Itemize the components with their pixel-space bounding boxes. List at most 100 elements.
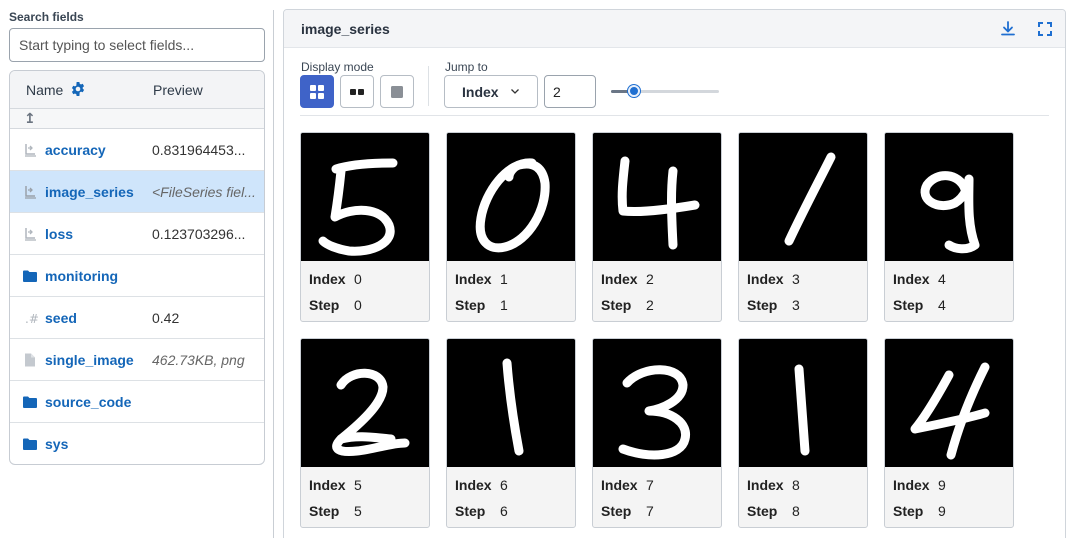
image-step: Step 0 bbox=[309, 297, 362, 313]
field-name[interactable]: accuracy bbox=[45, 142, 106, 158]
two-columns-icon bbox=[350, 89, 364, 95]
display-mode-single-button[interactable] bbox=[380, 75, 414, 108]
step-value: 5 bbox=[354, 503, 362, 519]
index-label: Index bbox=[601, 477, 638, 493]
jump-to-input[interactable] bbox=[544, 75, 596, 108]
index-label: Index bbox=[893, 477, 930, 493]
digit-image bbox=[593, 133, 721, 261]
step-label: Step bbox=[893, 297, 924, 313]
image-card[interactable]: Index 0 Step 0 bbox=[300, 132, 430, 322]
fullscreen-icon[interactable] bbox=[1036, 20, 1054, 38]
image-index: Index 3 bbox=[747, 271, 800, 287]
step-value: 6 bbox=[500, 503, 508, 519]
field-name[interactable]: monitoring bbox=[45, 268, 118, 284]
step-label: Step bbox=[747, 503, 778, 519]
panel-divider[interactable] bbox=[273, 10, 274, 538]
image-index: Index 9 bbox=[893, 477, 946, 493]
field-preview: 0.831964453... bbox=[152, 142, 246, 158]
column-header-preview: Preview bbox=[153, 82, 203, 98]
image-card[interactable]: Index 1 Step 1 bbox=[446, 132, 576, 322]
field-row-seed[interactable]: .# seed 0.42 bbox=[10, 297, 264, 339]
image-card[interactable]: Index 2 Step 2 bbox=[592, 132, 722, 322]
field-name[interactable]: loss bbox=[45, 226, 73, 242]
field-name[interactable]: source_code bbox=[45, 394, 131, 410]
folder-icon bbox=[23, 396, 37, 408]
index-value: 4 bbox=[938, 271, 946, 287]
index-value: 2 bbox=[646, 271, 654, 287]
index-label: Index bbox=[309, 271, 346, 287]
image-index: Index 8 bbox=[747, 477, 800, 493]
index-label: Index bbox=[309, 477, 346, 493]
chevron-down-icon bbox=[511, 89, 519, 94]
image-step: Step 1 bbox=[455, 297, 508, 313]
jump-to-label: Jump to bbox=[445, 60, 488, 74]
index-label: Index bbox=[893, 271, 930, 287]
field-row-monitoring[interactable]: monitoring bbox=[10, 255, 264, 297]
digit-image bbox=[447, 339, 575, 467]
digit-image bbox=[593, 339, 721, 467]
display-mode-double-button[interactable] bbox=[340, 75, 374, 108]
image-card[interactable]: Index 9 Step 9 bbox=[884, 338, 1014, 528]
field-row-sys[interactable]: sys bbox=[10, 423, 264, 464]
field-name[interactable]: sys bbox=[45, 436, 68, 452]
field-name[interactable]: seed bbox=[45, 310, 77, 326]
image-card[interactable]: Index 4 Step 4 bbox=[884, 132, 1014, 322]
preview-title: image_series bbox=[301, 21, 390, 37]
digit-image bbox=[885, 339, 1013, 467]
search-input[interactable] bbox=[9, 28, 265, 62]
digit-image bbox=[739, 339, 867, 467]
digit-image bbox=[885, 133, 1013, 261]
digit-image bbox=[739, 133, 867, 261]
image-index: Index 2 bbox=[601, 271, 654, 287]
index-value: 6 bbox=[500, 477, 508, 493]
jump-to-select[interactable]: Index bbox=[444, 75, 538, 108]
fields-table-header: Name Preview bbox=[10, 71, 264, 109]
float-series-icon bbox=[25, 228, 36, 241]
image-step: Step 8 bbox=[747, 503, 800, 519]
slider-thumb[interactable] bbox=[627, 85, 640, 97]
field-name[interactable]: single_image bbox=[45, 352, 134, 368]
image-step: Step 3 bbox=[747, 297, 800, 313]
download-icon[interactable] bbox=[999, 20, 1017, 38]
gear-icon[interactable] bbox=[70, 81, 86, 97]
image-card[interactable]: Index 3 Step 3 bbox=[738, 132, 868, 322]
field-name[interactable]: image_series bbox=[45, 184, 134, 200]
single-square-icon bbox=[391, 86, 403, 98]
step-value: 2 bbox=[646, 297, 654, 313]
image-card[interactable]: Index 7 Step 7 bbox=[592, 338, 722, 528]
index-value: 3 bbox=[792, 271, 800, 287]
field-row-single-image[interactable]: single_image 462.73KB, png bbox=[10, 339, 264, 381]
field-row-source-code[interactable]: source_code bbox=[10, 381, 264, 423]
display-mode-grid-button[interactable] bbox=[300, 75, 334, 108]
index-value: 5 bbox=[354, 477, 362, 493]
column-header-name[interactable]: Name bbox=[26, 82, 63, 98]
image-card[interactable]: Index 5 Step 5 bbox=[300, 338, 430, 528]
index-value: 7 bbox=[646, 477, 654, 493]
number-icon: .# bbox=[25, 312, 38, 326]
field-row-image-series[interactable]: image_series <FileSeries fiel... bbox=[10, 171, 264, 213]
preview-header: image_series bbox=[284, 10, 1065, 48]
field-row-loss[interactable]: loss 0.123703296... bbox=[10, 213, 264, 255]
index-label: Index bbox=[747, 271, 784, 287]
image-index: Index 6 bbox=[455, 477, 508, 493]
parent-folder-row[interactable]: ↥ bbox=[10, 109, 264, 129]
image-card[interactable]: Index 8 Step 8 bbox=[738, 338, 868, 528]
float-series-icon bbox=[25, 144, 36, 157]
image-step: Step 5 bbox=[309, 503, 362, 519]
index-label: Index bbox=[601, 271, 638, 287]
field-row-accuracy[interactable]: accuracy 0.831964453... bbox=[10, 129, 264, 171]
index-value: 0 bbox=[354, 271, 362, 287]
image-index: Index 0 bbox=[309, 271, 362, 287]
file-icon bbox=[25, 353, 35, 367]
file-series-icon bbox=[25, 186, 36, 199]
index-slider[interactable] bbox=[611, 84, 719, 98]
image-index: Index 7 bbox=[601, 477, 654, 493]
image-step: Step 7 bbox=[601, 503, 654, 519]
parent-folder-icon: ↥ bbox=[24, 110, 36, 126]
image-index: Index 5 bbox=[309, 477, 362, 493]
image-step: Step 9 bbox=[893, 503, 946, 519]
preview-panel: image_series Display mode Jump to Index … bbox=[283, 9, 1066, 538]
index-label: Index bbox=[455, 271, 492, 287]
index-value: 9 bbox=[938, 477, 946, 493]
image-card[interactable]: Index 6 Step 6 bbox=[446, 338, 576, 528]
